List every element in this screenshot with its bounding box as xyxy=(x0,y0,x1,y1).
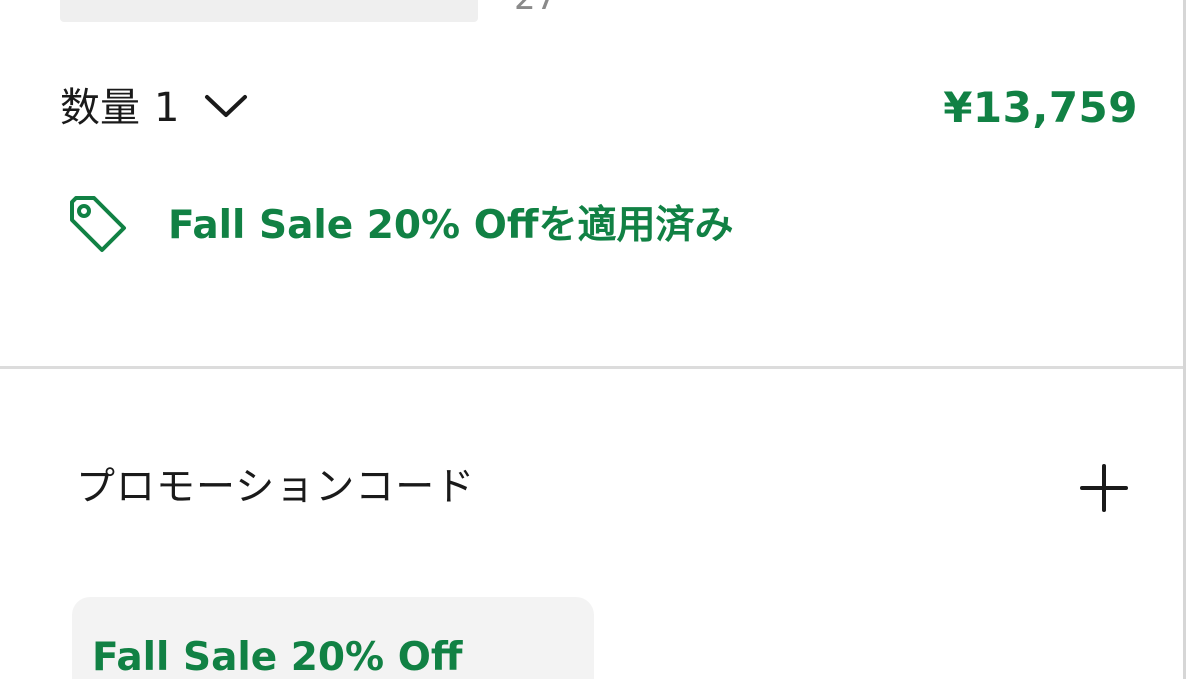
applied-promotion-text: Fall Sale 20% Offを適用済み xyxy=(168,203,734,248)
promo-code-chip-label: Fall Sale 20% Off xyxy=(92,635,463,679)
quantity-label: 数量 xyxy=(60,85,140,131)
plus-icon[interactable] xyxy=(1078,462,1130,514)
panel-edge xyxy=(1183,0,1186,679)
quantity-selector[interactable]: 数量 1 xyxy=(60,80,249,136)
price-tag-icon xyxy=(70,196,126,252)
quantity-value: 1 xyxy=(154,85,180,131)
chevron-down-icon[interactable] xyxy=(203,89,249,121)
line-item-price: ¥13,759 xyxy=(943,83,1138,132)
product-thumbnail xyxy=(60,0,478,22)
promo-code-chip[interactable]: Fall Sale 20% Off xyxy=(72,597,594,679)
section-divider xyxy=(0,366,1186,369)
promo-code-title: プロモーションコード xyxy=(76,465,476,510)
product-meta-text: 27 xyxy=(514,0,557,18)
applied-promotion: Fall Sale 20% Offを適用済み xyxy=(66,186,733,266)
promo-code-toggle[interactable]: プロモーションコード xyxy=(76,456,1136,520)
